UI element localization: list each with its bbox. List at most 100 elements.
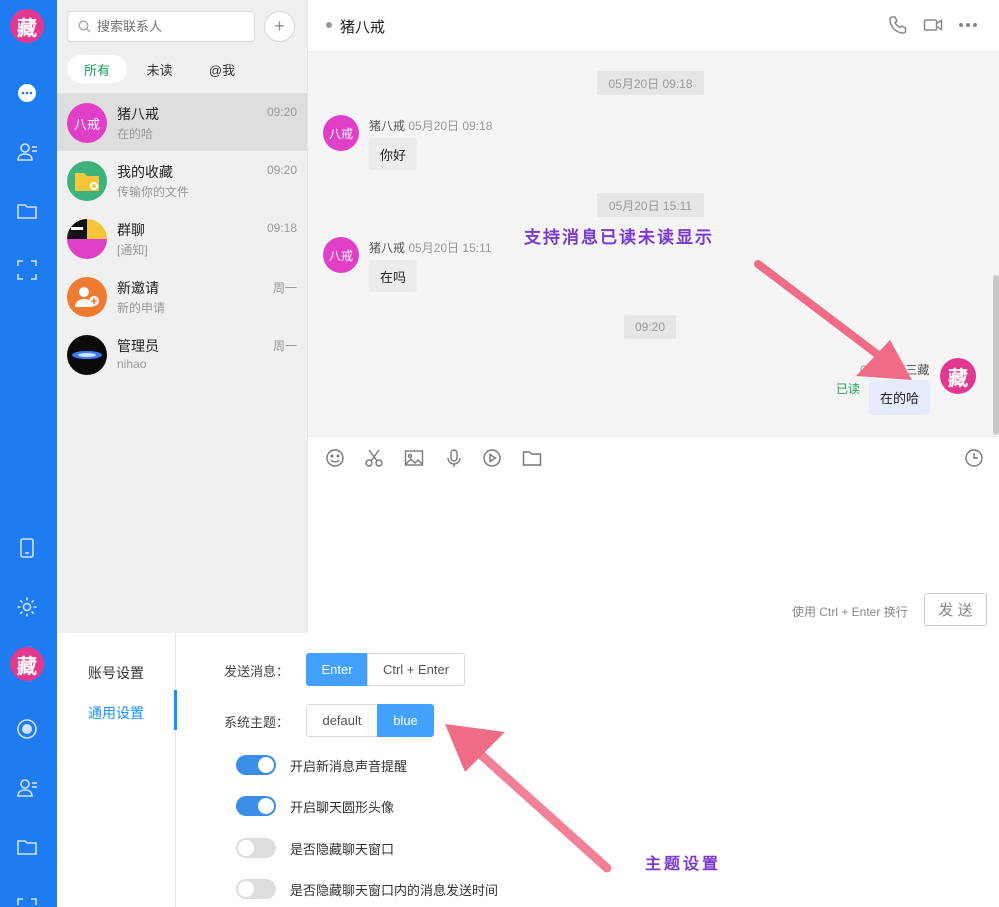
message-meta: 猪八戒 05月20日 09:18 bbox=[369, 117, 492, 134]
online-status-dot bbox=[326, 22, 332, 28]
contact-last-message: 在的哈 bbox=[117, 127, 154, 141]
contact-row[interactable]: 新邀请 新的申请 周一 bbox=[57, 267, 307, 325]
left-rail-lower: 藏 bbox=[0, 633, 57, 907]
hide-message-time-toggle[interactable] bbox=[236, 879, 276, 899]
contact-name: 管理员 bbox=[117, 338, 159, 354]
contact-last-message: 新的申请 bbox=[117, 301, 166, 315]
chat-header: 猪八戒 bbox=[308, 0, 999, 52]
avatar[interactable]: 藏 bbox=[940, 358, 976, 394]
toggle-label: 是否隐藏聊天窗口 bbox=[290, 842, 395, 857]
theme-label: 系统主题： bbox=[224, 715, 290, 730]
more-icon[interactable] bbox=[958, 15, 978, 35]
phone-icon[interactable] bbox=[16, 537, 38, 559]
chat-icon[interactable] bbox=[16, 82, 38, 104]
video-icon[interactable] bbox=[482, 448, 502, 468]
chat-icon[interactable] bbox=[16, 718, 38, 740]
settings-menu-account[interactable]: 账号设置 bbox=[57, 663, 175, 683]
microphone-icon[interactable] bbox=[444, 448, 464, 468]
search-box[interactable] bbox=[67, 11, 255, 42]
contact-name: 群聊 bbox=[117, 222, 145, 238]
avatar: 八戒 bbox=[67, 103, 107, 143]
contacts-icon[interactable] bbox=[16, 141, 38, 163]
input-toolbar bbox=[308, 436, 999, 476]
contact-time: 09:20 bbox=[266, 163, 297, 177]
contact-time: 周一 bbox=[272, 281, 297, 295]
toggle-knob bbox=[258, 798, 274, 814]
send-option-ctrl-enter[interactable]: Ctrl + Enter bbox=[367, 653, 465, 686]
send-shortcut-label: 发送消息： bbox=[224, 664, 290, 679]
message-bubble[interactable]: 在吗 bbox=[369, 260, 418, 292]
timestamp-divider: 05月20日 15:11 bbox=[597, 193, 704, 217]
search-input[interactable] bbox=[97, 19, 247, 34]
avatar[interactable]: 八戒 bbox=[323, 115, 359, 151]
contact-row[interactable]: 八戒 猪八戒 在的哈 09:20 bbox=[57, 93, 307, 151]
image-icon[interactable] bbox=[404, 448, 424, 468]
contact-time: 09:20 bbox=[266, 105, 297, 119]
gear-icon[interactable] bbox=[16, 596, 38, 618]
message-input[interactable] bbox=[318, 478, 988, 588]
contact-last-message: 传输你的文件 bbox=[117, 185, 190, 199]
scan-icon[interactable] bbox=[16, 259, 38, 281]
theme-option-blue[interactable]: blue bbox=[377, 704, 434, 737]
contact-row[interactable]: 群聊 [通知] 09:18 bbox=[57, 209, 307, 267]
filter-tab-mentions[interactable]: @我 bbox=[192, 55, 252, 83]
message-time: 05月20日 15:11 bbox=[408, 241, 492, 255]
theme-option-default[interactable]: default bbox=[306, 704, 378, 737]
sound-alert-toggle[interactable] bbox=[236, 755, 276, 775]
contact-last-message: nihao bbox=[117, 357, 147, 371]
folder-icon[interactable] bbox=[16, 200, 38, 222]
toggle-label: 开启聊天圆形头像 bbox=[290, 800, 395, 815]
contact-name: 我的收藏 bbox=[117, 164, 173, 180]
message-sender: 猪八戒 bbox=[369, 241, 406, 255]
send-option-enter[interactable]: Enter bbox=[306, 653, 368, 686]
contact-time: 09:18 bbox=[266, 221, 297, 235]
annotation-theme: 主题设置 bbox=[645, 854, 722, 873]
add-contact-button[interactable]: + bbox=[264, 11, 295, 42]
contact-name: 新邀请 bbox=[117, 280, 159, 296]
contact-time: 周一 bbox=[272, 339, 297, 353]
toggle-knob bbox=[238, 840, 254, 856]
scrollbar[interactable] bbox=[993, 275, 999, 435]
annotation-arrow bbox=[445, 724, 612, 873]
newline-hint: 使用 Ctrl + Enter 换行 bbox=[792, 605, 908, 619]
contact-panel: + 所有 未读 @我 八戒 猪八戒 在的哈 09:20 我的收藏 传输你的文件 … bbox=[57, 0, 307, 633]
contact-row[interactable]: 管理员 nihao 周一 bbox=[57, 325, 307, 383]
contacts-icon[interactable] bbox=[16, 777, 38, 799]
filter-tab-all[interactable]: 所有 bbox=[67, 55, 127, 83]
round-avatar-toggle[interactable] bbox=[236, 796, 276, 816]
folder-icon[interactable] bbox=[16, 836, 38, 858]
user-avatar-logo[interactable]: 藏 bbox=[10, 9, 44, 43]
message-meta: 猪八戒 05月20日 15:11 bbox=[369, 239, 492, 256]
annotation-arrow bbox=[754, 260, 912, 380]
admin-avatar bbox=[67, 335, 107, 375]
add-user-icon bbox=[67, 277, 107, 317]
filter-tab-unread[interactable]: 未读 bbox=[132, 55, 187, 83]
scissors-icon[interactable] bbox=[364, 448, 384, 468]
message-list[interactable]: 05月20日 09:18 八戒 猪八戒 05月20日 09:18 你好 05月2… bbox=[308, 52, 999, 436]
toggle-label: 开启新消息声音提醒 bbox=[290, 759, 408, 774]
send-button[interactable]: 发 送 bbox=[924, 593, 987, 626]
toggle-knob bbox=[258, 757, 274, 773]
contact-last-message: [通知] bbox=[117, 243, 148, 257]
settings-divider bbox=[175, 633, 176, 907]
settings-panel: 账号设置 通用设置 发送消息： Enter Ctrl + Enter 系统主题：… bbox=[57, 633, 999, 907]
group-avatar bbox=[67, 219, 107, 259]
user-avatar-logo[interactable]: 藏 bbox=[10, 647, 44, 681]
message-bubble[interactable]: 你好 bbox=[369, 138, 418, 170]
timestamp-divider: 05月20日 09:18 bbox=[597, 71, 704, 95]
voice-call-icon[interactable] bbox=[888, 15, 908, 35]
history-clock-icon[interactable] bbox=[964, 448, 984, 468]
settings-active-indicator bbox=[174, 690, 177, 730]
folder-icon[interactable] bbox=[522, 448, 542, 468]
emoji-icon[interactable] bbox=[325, 448, 345, 468]
video-call-icon[interactable] bbox=[923, 15, 943, 35]
annotation-read-status: 支持消息已读未读显示 bbox=[524, 228, 714, 248]
contact-row[interactable]: 我的收藏 传输你的文件 09:20 bbox=[57, 151, 307, 209]
favorites-folder-icon bbox=[67, 161, 107, 201]
avatar[interactable]: 八戒 bbox=[323, 237, 359, 273]
hide-chat-window-toggle[interactable] bbox=[236, 838, 276, 858]
settings-menu-general[interactable]: 通用设置 bbox=[57, 703, 175, 723]
toggle-knob bbox=[238, 881, 254, 897]
scan-icon[interactable] bbox=[16, 895, 38, 907]
chat-title: 猪八戒 bbox=[340, 19, 386, 36]
